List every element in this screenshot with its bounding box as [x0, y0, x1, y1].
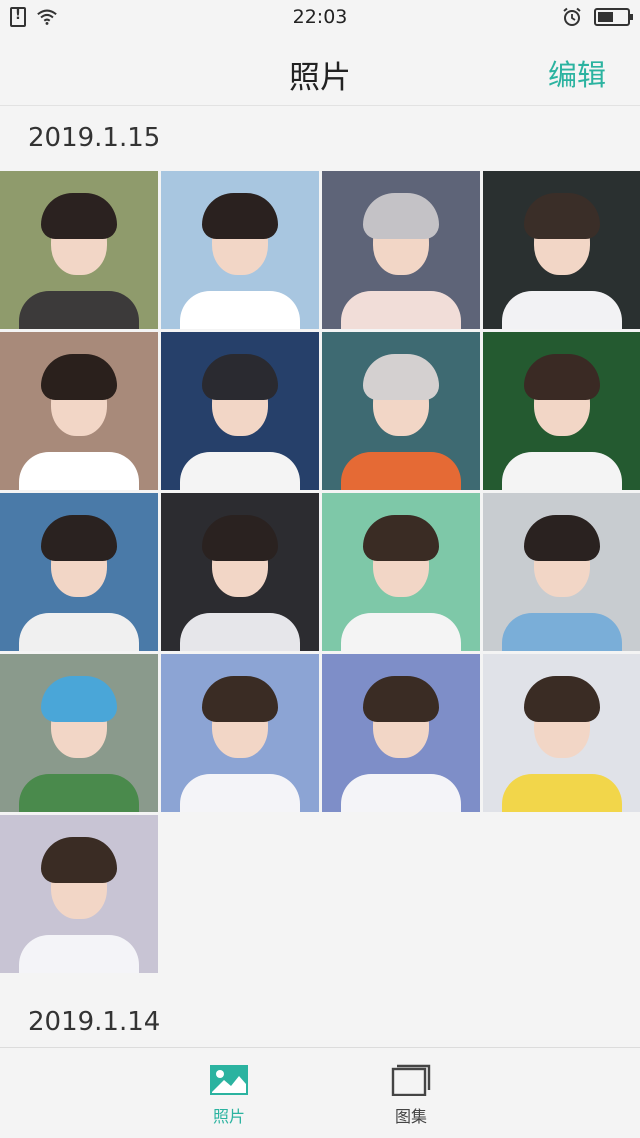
edit-button[interactable]: 编辑 — [548, 52, 606, 94]
photo-thumbnail[interactable] — [322, 493, 480, 651]
photo-subject-body — [179, 613, 301, 651]
photo-subject-hair — [524, 354, 600, 401]
photo-subject-hair — [524, 193, 600, 240]
battery-icon — [594, 8, 633, 26]
photo-icon — [210, 1065, 248, 1095]
photo-thumbnail[interactable] — [161, 171, 319, 329]
photo-subject-hair — [202, 515, 278, 562]
photo-subject-body — [18, 774, 140, 812]
photo-thumbnail[interactable] — [322, 171, 480, 329]
alarm-icon — [563, 7, 581, 26]
section-date: 2019.1.14 — [28, 1007, 161, 1037]
battery-level — [598, 12, 613, 22]
photo-subject-hair — [41, 193, 117, 240]
photo-subject-hair — [363, 515, 439, 562]
photo-subject-body — [501, 613, 623, 651]
photo-thumbnail[interactable] — [0, 171, 158, 329]
photo-subject-hair — [41, 354, 117, 401]
photo-subject-hair — [202, 354, 278, 401]
photo-thumbnail[interactable] — [322, 332, 480, 490]
photo-thumbnail[interactable] — [322, 654, 480, 812]
status-time: 22:03 — [292, 6, 348, 28]
tab-albums[interactable]: 图集 — [351, 1064, 471, 1127]
photo-subject-hair — [41, 837, 117, 884]
tab-bar: 照片 图集 — [0, 1047, 640, 1138]
photo-subject-hair — [41, 676, 117, 723]
nav-bar: 照片 编辑 — [0, 36, 640, 106]
photo-subject-body — [179, 774, 301, 812]
photo-subject-body — [501, 774, 623, 812]
photo-subject-body — [340, 613, 462, 651]
tab-photos-label: 照片 — [212, 1107, 245, 1126]
photo-subject-body — [18, 291, 140, 329]
photo-thumbnail[interactable] — [483, 332, 640, 490]
status-right — [562, 7, 633, 27]
photo-thumbnail[interactable] — [161, 654, 319, 812]
photo-thumbnail[interactable] — [0, 493, 158, 651]
photo-subject-body — [340, 291, 462, 329]
photo-subject-body — [18, 935, 140, 973]
photo-thumbnail[interactable] — [483, 493, 640, 651]
photo-thumbnail[interactable] — [0, 654, 158, 812]
photo-subject-body — [501, 291, 623, 329]
photo-thumbnail[interactable] — [161, 332, 319, 490]
photo-thumbnail[interactable] — [483, 171, 640, 329]
status-bar: 22:03 — [0, 0, 640, 36]
photo-subject-hair — [363, 354, 439, 401]
photo-subject-body — [18, 613, 140, 651]
tab-albums-label: 图集 — [394, 1107, 427, 1126]
photo-thumbnail[interactable] — [0, 332, 158, 490]
photo-grid — [0, 171, 640, 973]
photo-subject-body — [179, 452, 301, 490]
photo-thumbnail[interactable] — [161, 493, 319, 651]
photo-timeline[interactable]: 2019.1.15 2019.1.14 — [0, 107, 640, 1047]
photo-subject-hair — [524, 515, 600, 562]
section-date: 2019.1.15 — [28, 123, 161, 153]
photo-thumbnail[interactable] — [0, 815, 158, 973]
album-icon — [391, 1064, 431, 1096]
photo-subject-body — [501, 452, 623, 490]
photo-subject-hair — [524, 676, 600, 723]
photo-subject-hair — [363, 676, 439, 723]
tab-photos[interactable]: 照片 — [169, 1064, 289, 1127]
photo-subject-hair — [363, 193, 439, 240]
photo-subject-hair — [41, 515, 117, 562]
photo-thumbnail[interactable] — [483, 654, 640, 812]
photo-subject-body — [340, 452, 462, 490]
photo-subject-hair — [202, 676, 278, 723]
photos-screen: 22:03 照片 编辑 2019.1.15 2019.1.14 — [0, 0, 640, 1138]
photo-subject-body — [340, 774, 462, 812]
page-title: 照片 — [289, 60, 351, 96]
photo-subject-hair — [202, 193, 278, 240]
photo-subject-body — [179, 291, 301, 329]
photo-subject-body — [18, 452, 140, 490]
